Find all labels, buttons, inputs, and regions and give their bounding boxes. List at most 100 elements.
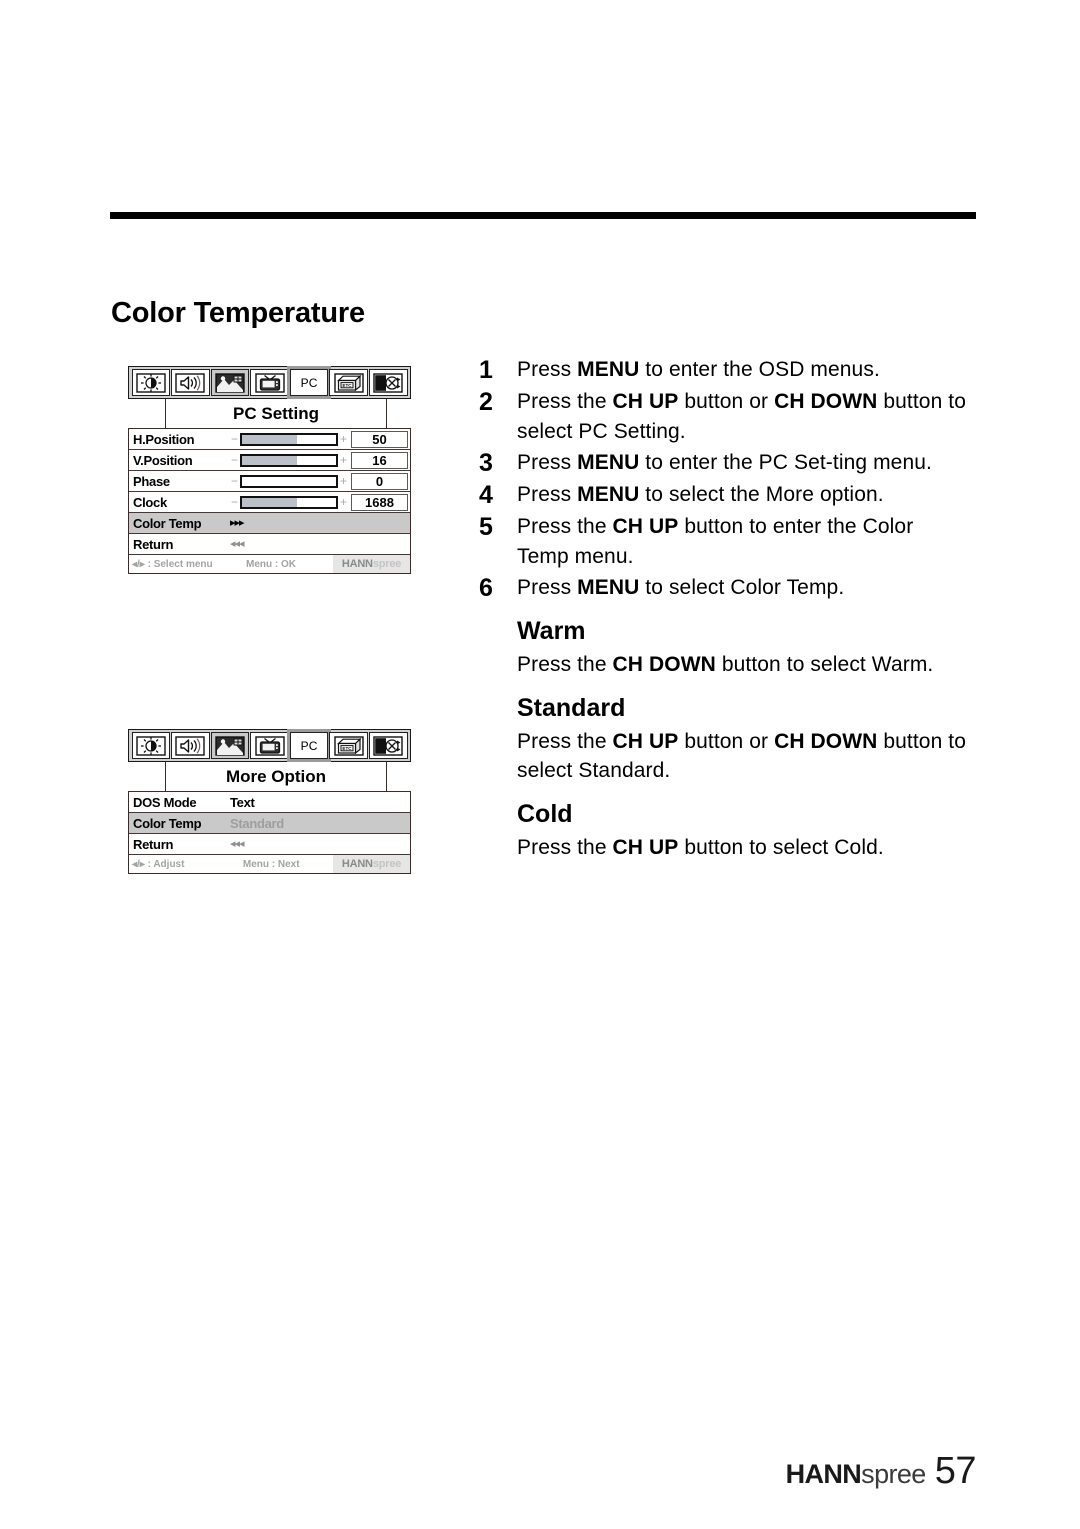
osd-figure-more-option: PC ETC More Option DOS Mode Text Color Temp St… bbox=[128, 729, 411, 874]
slider-track[interactable] bbox=[240, 495, 338, 509]
osd-brand-bold: HANN bbox=[341, 558, 373, 570]
volume-speaker-icon bbox=[175, 372, 206, 393]
section-body: Press the CH DOWN button to select Warm. bbox=[479, 650, 966, 680]
section-body: Press the CH UP button to select Cold. bbox=[479, 833, 966, 863]
osd-slider[interactable]: − + bbox=[230, 453, 348, 467]
step-text: Press bbox=[517, 451, 578, 474]
slider-plus-icon[interactable]: + bbox=[339, 495, 348, 509]
step-text: to select Color Temp. bbox=[639, 576, 845, 599]
slider-minus-icon[interactable]: − bbox=[230, 432, 239, 446]
section-heading: Warm bbox=[517, 617, 586, 645]
step-emphasis: MENU bbox=[577, 358, 640, 381]
section-heading: Standard bbox=[517, 693, 626, 722]
osd-menu-item[interactable]: Color Temp Standard bbox=[129, 813, 410, 834]
osd-icon-source-input[interactable] bbox=[368, 369, 408, 396]
osd-menu-item-value: Standard bbox=[230, 815, 284, 831]
instruction-step: 4 Press MENU to select the More option. bbox=[479, 480, 966, 510]
instruction-step: 5 Press the CH UP button to enter the Col… bbox=[479, 512, 966, 571]
osd-figure-pc-setting: PC ETC PC Setting H.Position − +50 V.Position −… bbox=[128, 366, 411, 574]
osd-status-mid: Menu : Next bbox=[242, 858, 300, 870]
step-emphasis: CH DOWN bbox=[774, 390, 878, 413]
osd-brand-bold: HANN bbox=[341, 858, 373, 870]
section-text: Press the bbox=[517, 835, 613, 859]
osd-menu-item-label: Return bbox=[133, 836, 174, 852]
osd-icon-pc[interactable]: PC bbox=[287, 729, 331, 762]
osd-icon-volume-speaker[interactable] bbox=[171, 369, 210, 396]
slider-track[interactable] bbox=[240, 474, 338, 488]
step-number: 1 bbox=[479, 356, 493, 384]
osd-status-bar: ◂/▸ : Select menu Menu : OK HANN spree bbox=[129, 555, 410, 573]
slider-plus-icon[interactable]: + bbox=[339, 432, 348, 446]
osd-icon-etc-box[interactable]: ETC bbox=[329, 369, 368, 396]
tv-icon bbox=[254, 735, 285, 756]
pc-icon-label: PC bbox=[300, 738, 318, 753]
osd-icon-picture-image[interactable] bbox=[210, 732, 250, 759]
page-title: Color Temperature bbox=[111, 297, 365, 330]
osd-icon-bar: PC ETC bbox=[128, 366, 411, 399]
section-body: Press the CH UP button or CH DOWN button… bbox=[479, 727, 966, 786]
brightness-contrast-icon bbox=[136, 372, 166, 393]
osd-icon-picture-image[interactable] bbox=[210, 369, 250, 396]
osd-menu-item[interactable]: Clock − +1688 bbox=[129, 492, 410, 513]
section-text: Press the bbox=[517, 653, 613, 676]
step-number: 3 bbox=[479, 449, 493, 477]
step-text: Press the bbox=[517, 515, 613, 538]
osd-menu-item[interactable]: Color Temp ▸▸▸ bbox=[129, 513, 410, 534]
slider-fill bbox=[242, 455, 297, 465]
slider-minus-icon[interactable]: − bbox=[230, 474, 239, 488]
osd-icon-pc[interactable]: PC bbox=[287, 366, 331, 399]
slider-minus-icon[interactable]: − bbox=[230, 495, 239, 509]
osd-slider[interactable]: − + bbox=[230, 474, 348, 488]
osd-icon-bar: PC ETC bbox=[128, 729, 411, 762]
osd-icon-brightness-contrast[interactable] bbox=[131, 369, 171, 396]
osd-value-box: 0 bbox=[351, 472, 408, 490]
osd-icon-tv[interactable] bbox=[250, 732, 289, 759]
step-text: Press the bbox=[517, 390, 613, 413]
step-text: Press bbox=[517, 358, 578, 381]
section-text: button to select Cold. bbox=[678, 835, 884, 859]
osd-icon-etc-box[interactable]: ETC bbox=[329, 732, 368, 759]
hannspree-logo: HANNspree bbox=[785, 1459, 927, 1490]
osd-menu-item[interactable]: H.Position − +50 bbox=[129, 429, 410, 450]
section-text: button to select Warm. bbox=[715, 653, 934, 676]
osd-icon-brightness-contrast[interactable] bbox=[131, 732, 171, 759]
instruction-step: 2 Press the CH UP button or CH DOWN butto… bbox=[479, 387, 966, 446]
osd-slider[interactable]: − + bbox=[230, 432, 348, 446]
section-emphasis: CH DOWN bbox=[612, 653, 716, 676]
volume-speaker-icon bbox=[175, 735, 206, 756]
step-number: 6 bbox=[479, 574, 493, 602]
source-input-icon bbox=[373, 372, 403, 393]
slider-minus-icon[interactable]: − bbox=[230, 453, 239, 467]
osd-menu-item[interactable]: V.Position − +16 bbox=[129, 450, 410, 471]
osd-menu-item[interactable]: Phase − +0 bbox=[129, 471, 410, 492]
osd-slider[interactable]: − + bbox=[230, 495, 348, 509]
osd-brand-logo: HANN spree bbox=[333, 555, 410, 573]
arrow-left-icon: ◂◂◂ bbox=[230, 537, 245, 550]
section-heading: Cold bbox=[517, 799, 573, 828]
step-number: 5 bbox=[479, 513, 493, 541]
osd-icon-tv[interactable] bbox=[250, 369, 289, 396]
osd-title-wrap: PC Setting bbox=[128, 399, 411, 428]
osd-menu-item[interactable]: Return ◂◂◂ bbox=[129, 834, 410, 855]
osd-icon-source-input[interactable] bbox=[368, 732, 408, 759]
arrow-left-icon: ◂◂◂ bbox=[230, 837, 245, 850]
osd-menu-item[interactable]: Return ◂◂◂ bbox=[129, 534, 410, 555]
page-footer: HANNspree 57 bbox=[785, 1450, 977, 1493]
slider-plus-icon[interactable]: + bbox=[339, 453, 348, 467]
arrow-right-icon: ▸▸▸ bbox=[230, 516, 245, 529]
osd-brand-light: spree bbox=[372, 558, 402, 570]
slider-track[interactable] bbox=[240, 432, 338, 446]
osd-menu-item-label: Color Temp bbox=[133, 815, 202, 831]
osd-menu-item[interactable]: DOS Mode Text bbox=[129, 792, 410, 813]
slider-track[interactable] bbox=[240, 453, 338, 467]
step-text: Press MENU to enter the PC Set-ting menu… bbox=[517, 448, 932, 478]
svg-text:ETC: ETC bbox=[342, 745, 352, 750]
picture-image-icon bbox=[215, 735, 245, 756]
osd-title-wrap: More Option bbox=[128, 762, 411, 791]
step-text: Press MENU to select the More option. bbox=[517, 480, 884, 510]
logo-bold: HANN bbox=[785, 1459, 862, 1489]
slider-plus-icon[interactable]: + bbox=[339, 474, 348, 488]
osd-value-box: 50 bbox=[351, 430, 408, 448]
osd-icon-volume-speaker[interactable] bbox=[171, 732, 210, 759]
tv-icon bbox=[254, 372, 285, 393]
